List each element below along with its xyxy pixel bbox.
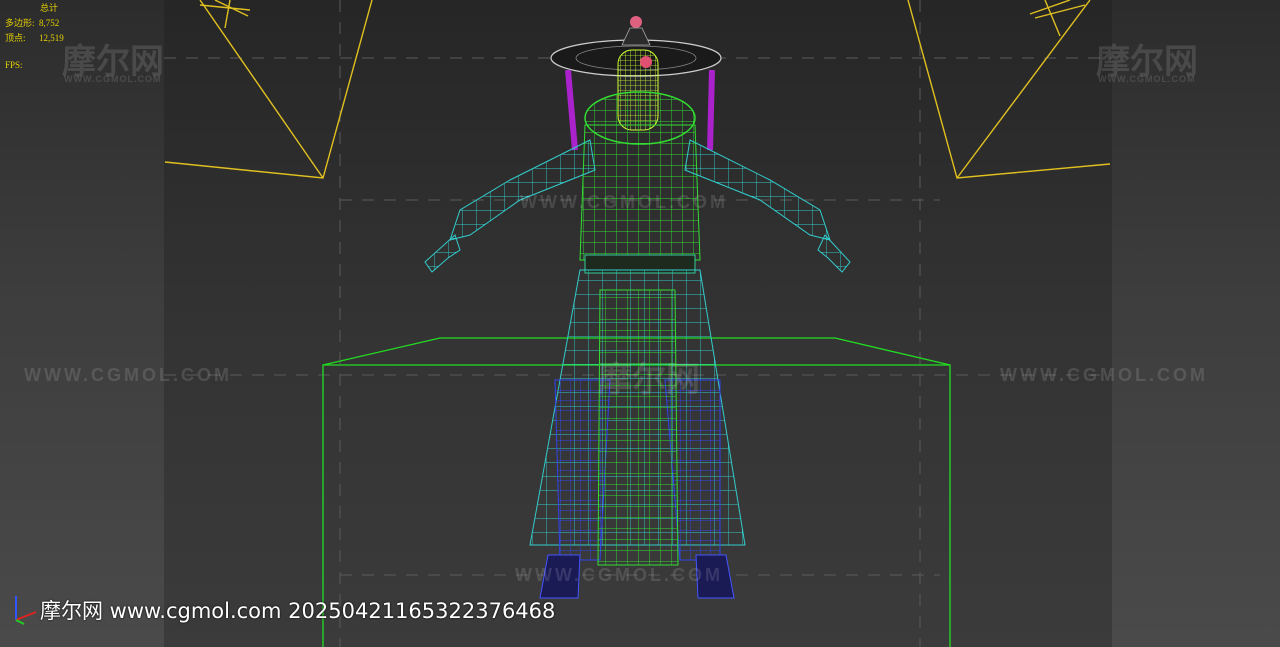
polygon-count-row: 多边形: 8,752 (5, 16, 64, 31)
watermark-logo: 摩尔网 (598, 360, 700, 400)
watermark-caption: 摩尔网 www.cgmol.com 20250421165322376468 (40, 599, 556, 623)
watermark-url: WWW.CGMOL.COM (515, 565, 723, 585)
vertex-count-row: 顶点: 12,519 (5, 31, 64, 46)
axis-tripod-icon (15, 596, 37, 625)
polygon-count-value: 8,752 (39, 18, 60, 28)
3d-viewport[interactable]: 摩尔网 WWW.CGMOL.COM 摩尔网 WWW.CGMOL.COM WWW.… (0, 0, 1280, 647)
polygon-count-label: 多边形: (5, 18, 35, 28)
light-gizmo-right (907, 0, 1111, 179)
viewport-statistics: 总计 多边形: 8,752 顶点: 12,519 FPS: (5, 1, 64, 73)
vertex-count-value: 12,519 (39, 33, 64, 43)
vertex-count-label: 顶点: (5, 33, 26, 43)
watermark-url: WWW.CGMOL.COM (24, 365, 232, 385)
stats-title: 总计 (40, 3, 59, 13)
scene-wireframe (164, 0, 1112, 647)
light-gizmo-left (164, 0, 373, 179)
watermark-url: WWW.CGMOL.COM (520, 192, 728, 212)
fps-label: FPS: (5, 60, 23, 70)
character-model (424, 16, 851, 599)
watermark-url-small: WWW.CGMOL.COM (1098, 74, 1196, 84)
watermark-url-small: WWW.CGMOL.COM (64, 74, 162, 84)
watermark-url: WWW.CGMOL.COM (1000, 365, 1208, 385)
